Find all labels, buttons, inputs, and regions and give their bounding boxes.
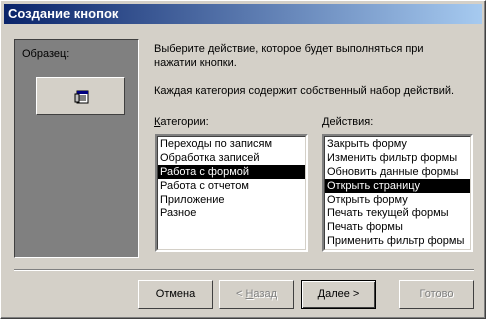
cancel-button[interactable]: Отмена — [138, 280, 213, 309]
next-button[interactable]: Далее > — [301, 280, 376, 309]
description-line-2: нажатии кнопки. — [154, 57, 237, 69]
back-button-rest: азад — [253, 288, 277, 300]
actions-label-rest: ействия: — [329, 116, 374, 128]
sample-panel: Образец: — [14, 39, 139, 258]
actions-listbox[interactable]: Закрыть форму Изменить фильтр формы Обнови… — [322, 134, 473, 252]
action-item[interactable]: Применить фильтр формы — [325, 234, 470, 248]
category-item[interactable]: Переходы по записям — [158, 137, 305, 151]
categories-listbox[interactable]: Переходы по записям Обработка записей Рабо… — [155, 134, 308, 252]
next-button-rest: алее > — [325, 288, 360, 300]
category-item[interactable]: Работа с отчетом — [158, 179, 305, 193]
action-item[interactable]: Закрыть форму — [325, 137, 470, 151]
categories-label: Категории: — [154, 116, 209, 128]
categories-list: Переходы по записям Обработка записей Рабо… — [157, 136, 306, 250]
sample-button-preview — [36, 77, 125, 115]
window-title: Создание кнопок — [8, 6, 119, 21]
action-item[interactable]: Обновить данные формы — [325, 165, 470, 179]
categories-label-rest: атегории: — [160, 116, 209, 128]
title-bar: Создание кнопок — [4, 4, 482, 24]
category-item[interactable]: Разное — [158, 206, 305, 220]
back-button[interactable]: < Назад — [219, 280, 294, 309]
form-icon — [74, 90, 89, 104]
action-item[interactable]: Открыть форму — [325, 193, 470, 207]
action-item[interactable]: Открыть страницу — [325, 178, 470, 193]
action-item[interactable]: Изменить фильтр формы — [325, 151, 470, 165]
category-item[interactable]: Работа с формой — [158, 164, 305, 179]
create-buttons-dialog: Создание кнопок Образец: Выберите действ… — [0, 0, 486, 319]
action-item[interactable]: Печать текущей формы — [325, 206, 470, 220]
category-item[interactable]: Обработка записей — [158, 151, 305, 165]
description-line-1: Выберите действие, которое будет выполня… — [154, 43, 424, 55]
actions-list: Закрыть форму Изменить фильтр формы Обнови… — [324, 136, 471, 250]
next-button-accel: Д — [317, 288, 326, 300]
sample-label: Образец: — [22, 48, 70, 60]
finish-button[interactable]: Готово — [399, 280, 474, 309]
description-line-3: Каждая категория содержит собственный на… — [154, 85, 455, 97]
separator — [14, 269, 474, 271]
actions-label: Действия: — [322, 116, 373, 128]
action-item[interactable]: Печать формы — [325, 220, 470, 234]
category-item[interactable]: Приложение — [158, 193, 305, 207]
